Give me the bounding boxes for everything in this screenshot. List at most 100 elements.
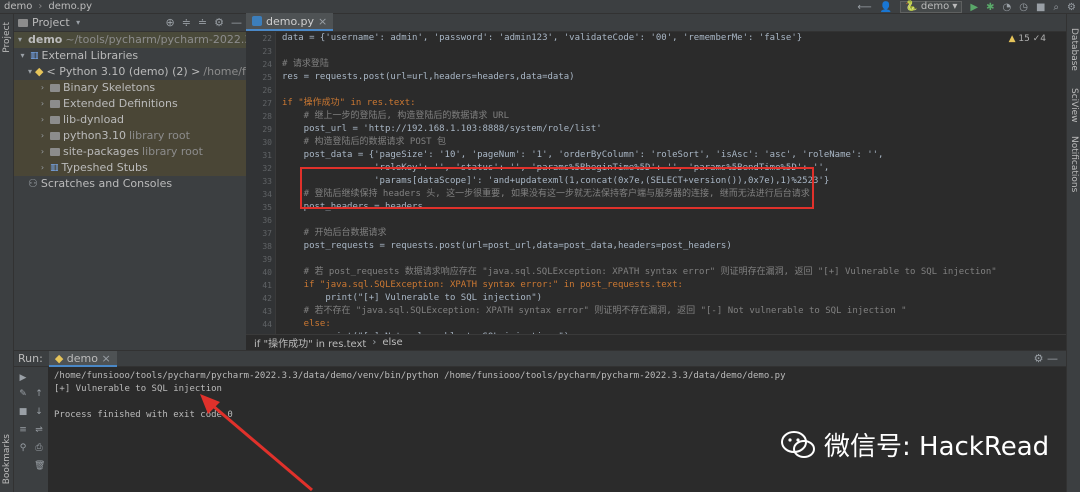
title-bar: demo › demo.py ⟵ 👤 🐍 demo ▾ ▶ ✱ ◔ ◷ ■ ⌕ … (0, 0, 1080, 14)
chevron-down-icon[interactable]: ▾ (18, 48, 27, 64)
scroll-down-icon[interactable]: ↓ (34, 407, 44, 417)
scroll-up-icon[interactable]: ↑ (34, 389, 44, 399)
hide-icon[interactable]: — (231, 16, 242, 29)
print-icon[interactable]: ⎙ (34, 443, 44, 453)
code-line: res = requests.post(url=url,headers=head… (282, 72, 575, 82)
project-folder-icon (18, 18, 28, 27)
stop-icon[interactable]: ■ (1036, 2, 1045, 13)
code-line: data = {'username': admin', 'password': … (282, 33, 803, 43)
tree-item-typeshed-stubs[interactable]: › ▥ Typeshed Stubs (14, 160, 246, 176)
console-line: Process finished with exit code 0 (54, 410, 233, 420)
close-icon[interactable]: × (101, 352, 110, 365)
close-icon[interactable]: × (318, 15, 327, 28)
soft-wrap-icon[interactable]: ⇌ (34, 425, 44, 435)
line-number: 27 (262, 99, 272, 108)
breadcrumb-else-block[interactable]: else (382, 337, 402, 348)
line-number: 43 (262, 307, 272, 316)
tree-item-extended-definitions[interactable]: › Extended Definitions (14, 96, 246, 112)
search-icon[interactable]: ⌕ (1053, 2, 1059, 13)
project-tool-tab[interactable]: Project (2, 22, 12, 53)
line-number: 38 (262, 242, 272, 251)
run-config-select[interactable]: 🐍 demo ▾ (900, 1, 963, 13)
profile-icon[interactable]: ◷ (1019, 2, 1028, 13)
chevron-down-icon[interactable]: ▾ (28, 64, 32, 80)
chevron-right-icon[interactable]: › (38, 128, 47, 144)
tree-item-scratches[interactable]: ⚇ Scratches and Consoles (14, 176, 246, 192)
line-number: 22 (262, 34, 272, 43)
run-tab-label: demo (66, 351, 98, 365)
project-panel-header: Project ▾ ⊕ ≑ ≐ ⚙ — (14, 14, 246, 32)
collapse-all-icon[interactable]: ≐ (198, 16, 207, 29)
chevron-down-icon[interactable]: ▾ (74, 18, 83, 27)
line-number: 25 (262, 73, 272, 82)
locate-icon[interactable]: ⊕ (165, 16, 174, 29)
rerun-icon[interactable]: ▶ (18, 373, 28, 383)
line-number: 30 (262, 138, 272, 147)
gear-icon[interactable]: ⚙ (214, 16, 224, 29)
tab-label: demo.py (266, 14, 314, 28)
code-line: post_url = 'http://192.168.1.103:8888/sy… (282, 124, 602, 134)
run-tab-demo[interactable]: ◆ demo × (48, 350, 117, 367)
code-editor: demo.py × ▲ 15 ✓4 22 23 24 25 26 27 28 29 30 31 32… (246, 13, 1066, 350)
back-icon[interactable]: ⟵ (857, 2, 871, 13)
tree-item-python310[interactable]: › python3.10 library root (14, 128, 246, 144)
code-line: else: (282, 319, 331, 329)
debug-icon[interactable]: ✱ (986, 2, 994, 13)
tree-item-label: Scratches and Consoles (40, 177, 173, 190)
user-icon[interactable]: 👤 (880, 2, 892, 13)
annotation-highlight-box (300, 167, 814, 209)
breadcrumb-file[interactable]: demo.py (44, 1, 96, 12)
database-tool-tab[interactable]: Database (1069, 28, 1079, 71)
console-line: /home/funsiooo/tools/pycharm/pycharm-202… (54, 371, 786, 381)
chevron-right-icon[interactable]: › (38, 144, 47, 160)
chevron-right-icon[interactable]: › (38, 80, 47, 96)
editor-tab-bar: demo.py × (246, 13, 1066, 32)
sciview-tool-tab[interactable]: SciView (1069, 88, 1079, 123)
tree-item-python-sdk[interactable]: ▾ ◆ < Python 3.10 (demo) (2) > /home/fun… (14, 64, 246, 80)
gear-icon[interactable]: ⚙ — (1034, 352, 1066, 365)
tree-item-label: < Python 3.10 (demo) (2) > (46, 65, 201, 78)
code-line: if "java.sql.SQLException: XPATH syntax … (282, 280, 683, 290)
project-panel-title[interactable]: Project (32, 16, 70, 29)
settings-icon[interactable]: ⚙ (1067, 2, 1076, 13)
code-line: # 请求登陆 (282, 59, 329, 69)
tree-item-binary-skeletons[interactable]: › Binary Skeletons (14, 80, 246, 96)
chevron-right-icon[interactable]: › (38, 160, 47, 176)
breadcrumb-project[interactable]: demo (0, 1, 36, 12)
breadcrumb-separator: › (372, 337, 377, 348)
layout-icon[interactable]: ≡ (18, 425, 28, 435)
expand-all-icon[interactable]: ≑ (182, 16, 191, 29)
watermark-text: 微信号: HackRead (824, 432, 1050, 462)
tree-item-site-packages[interactable]: › site-packages library root (14, 144, 246, 160)
notifications-tool-tab[interactable]: Notifications (1069, 136, 1079, 192)
pin-icon[interactable]: ⚲ (18, 443, 28, 453)
chevron-right-icon[interactable]: › (38, 112, 47, 128)
console-output[interactable]: /home/funsiooo/tools/pycharm/pycharm-202… (54, 370, 786, 422)
tree-item-label: python3.10 (63, 129, 126, 142)
line-number: 39 (262, 255, 272, 264)
tree-item-path: /home/funsiooo/tools (203, 65, 246, 78)
line-number: 40 (262, 268, 272, 277)
code-line: # 若 post_requests 数据请求响应存在 "java.sql.SQL… (282, 267, 997, 277)
wrench-icon[interactable]: ✎ (18, 389, 28, 399)
code-line: post_data = {'pageSize': '10', 'pageNum'… (282, 150, 884, 160)
line-number: 23 (262, 47, 272, 56)
run-icon[interactable]: ▶ (970, 2, 978, 13)
line-number: 31 (262, 151, 272, 160)
coverage-icon[interactable]: ◔ (1003, 2, 1012, 13)
chevron-down-icon[interactable]: ▾ (18, 32, 22, 48)
tree-item-demo[interactable]: ▾ demo ~/tools/pycharm/pycharm-2022.3.3/… (14, 32, 246, 48)
annotation-arrow (200, 394, 313, 492)
code-line: print("[+] Vulnerable to SQL injection") (282, 293, 543, 303)
trash-icon[interactable]: 🗑 (34, 461, 45, 471)
bookmarks-tool-tab[interactable]: Bookmarks (2, 434, 12, 484)
stop-icon[interactable]: ■ (18, 407, 28, 417)
tree-item-lib-dynload[interactable]: › lib-dynload (14, 112, 246, 128)
watermark: 微信号: HackRead (780, 426, 1049, 463)
tab-demo-py[interactable]: demo.py × (246, 13, 334, 31)
breadcrumb-if-block[interactable]: if "操作成功" in res.text (254, 335, 366, 350)
tree-item-external-libraries[interactable]: ▾ ▥ External Libraries (14, 48, 246, 64)
line-number: 41 (262, 281, 272, 290)
chevron-right-icon[interactable]: › (38, 96, 47, 112)
